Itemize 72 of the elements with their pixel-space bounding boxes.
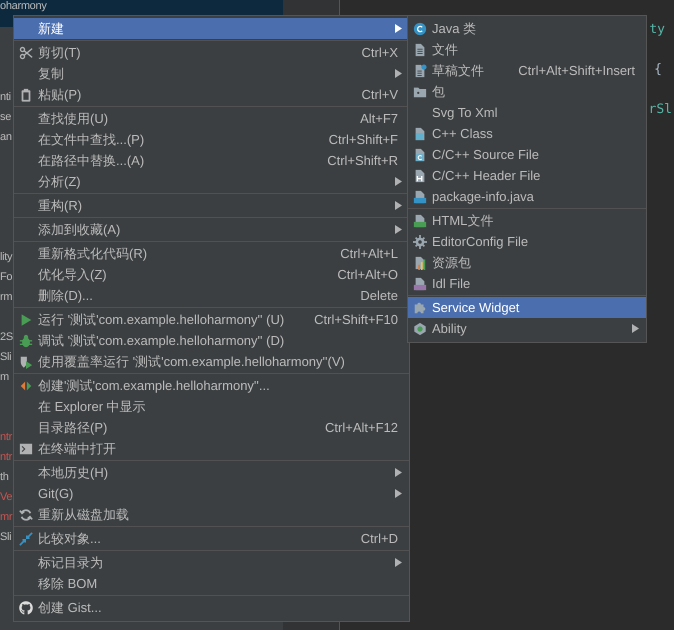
menu-item[interactable]: 重构(R) (14, 195, 409, 216)
menu-item[interactable]: Git(G) (14, 483, 409, 504)
play-icon (19, 312, 33, 326)
menu-item[interactable]: 查找使用(U) Alt+F7 (14, 108, 409, 129)
menu-item[interactable]: HTML文件 (408, 210, 646, 231)
cpp-file-icon (413, 126, 427, 140)
menu-item[interactable]: 创建'测试'com.example.helloharmony''... (14, 375, 409, 396)
tree-item-label: oharmony (0, 1, 47, 12)
menu-item[interactable]: 分析(Z) (14, 171, 409, 192)
scratch-file-icon (413, 64, 427, 78)
menu-item[interactable]: Java 类 (408, 18, 646, 39)
scissors-icon (19, 46, 33, 60)
tree-item-label: Ve (0, 492, 12, 502)
bug-icon (19, 334, 33, 348)
menu-item[interactable]: 新建 (14, 18, 409, 39)
menu-item[interactable]: 复制 (14, 63, 409, 84)
class-icon (413, 22, 427, 36)
folder-icon (413, 84, 427, 98)
menu-item[interactable]: 创建 Gist... (14, 597, 409, 618)
tree-item-label: ntr (0, 452, 12, 462)
menu-item[interactable]: 在路径中替换...(A) Ctrl+Shift+R (14, 150, 409, 171)
menu-item[interactable]: 调试 '测试'com.example.helloharmony'' (D) (14, 330, 409, 351)
github-icon (19, 600, 33, 614)
gear-icon (413, 234, 427, 248)
menu-item[interactable]: EditorConfig File (408, 231, 646, 252)
file-icon (413, 42, 427, 56)
code-text: { (654, 61, 662, 80)
menu-item[interactable]: 移除 BOM (14, 573, 409, 594)
terminal-icon (19, 442, 33, 456)
html-file-icon (413, 214, 427, 228)
menu-item[interactable]: Idl File (408, 273, 646, 294)
c-file-icon (413, 148, 427, 162)
menu-item[interactable]: 在 Explorer 中显示 (14, 396, 409, 417)
puzzle-icon (413, 300, 427, 314)
code-text: ty (649, 21, 665, 40)
java-file-icon (413, 190, 427, 204)
h-file-icon (413, 168, 427, 182)
menu-item[interactable]: Svg To Xml (408, 102, 646, 123)
menu-item[interactable]: Ability (408, 318, 646, 339)
menu-item[interactable]: C/C++ Header File (408, 165, 646, 186)
code-text: rSl (648, 101, 672, 120)
menu-item[interactable]: 粘贴(P) Ctrl+V (14, 84, 409, 105)
menu-item[interactable]: 在文件中查找...(P) Ctrl+Shift+F (14, 129, 409, 150)
shield-play-icon (19, 354, 33, 368)
tree-item-label: nti (0, 92, 11, 102)
menu-item[interactable]: 目录路径(P) Ctrl+Alt+F12 (14, 417, 409, 438)
menu-item[interactable]: 优化导入(Z) Ctrl+Alt+O (14, 264, 409, 285)
refresh-icon (19, 508, 33, 522)
menu-item[interactable]: 使用覆盖率运行 '测试'com.example.helloharmony''(V) (14, 351, 409, 372)
menu-item[interactable]: C/C++ Source File (408, 144, 646, 165)
menu-item[interactable]: 本地历史(H) (14, 462, 409, 483)
menu-item[interactable]: Service Widget (408, 297, 646, 318)
menu-item[interactable]: 添加到收藏(A) (14, 219, 409, 240)
menu-item[interactable]: 草稿文件 Ctrl+Alt+Shift+Insert (408, 60, 646, 81)
menu-item[interactable]: 比较对象... Ctrl+D (14, 528, 409, 549)
menu-item[interactable]: 在终端中打开 (14, 438, 409, 459)
idl-file-icon (413, 276, 427, 290)
menu-item[interactable]: C++ Class (408, 123, 646, 144)
menu-item[interactable]: 剪切(T) Ctrl+X (14, 42, 409, 63)
menu-item[interactable]: 重新从磁盘加载 (14, 504, 409, 525)
menu-item[interactable]: package-info.java (408, 186, 646, 207)
menu-item[interactable]: 重新格式化代码(R) Ctrl+Alt+L (14, 243, 409, 264)
menu-item[interactable]: 资源包 (408, 252, 646, 273)
menu-item[interactable]: 标记目录为 (14, 552, 409, 573)
menu-item[interactable]: 运行 '测试'com.example.helloharmony'' (U) Ctrl+Shift+F10 (14, 309, 409, 330)
bar-chart-icon (413, 256, 427, 270)
compare-arrows-icon (19, 532, 33, 546)
hexagon-icon (413, 322, 427, 336)
clipboard-icon (19, 88, 33, 102)
menu-item[interactable]: 文件 (408, 39, 646, 60)
menu-item[interactable]: 删除(D)... Delete (14, 285, 409, 306)
menu-item[interactable]: 包 (408, 81, 646, 102)
